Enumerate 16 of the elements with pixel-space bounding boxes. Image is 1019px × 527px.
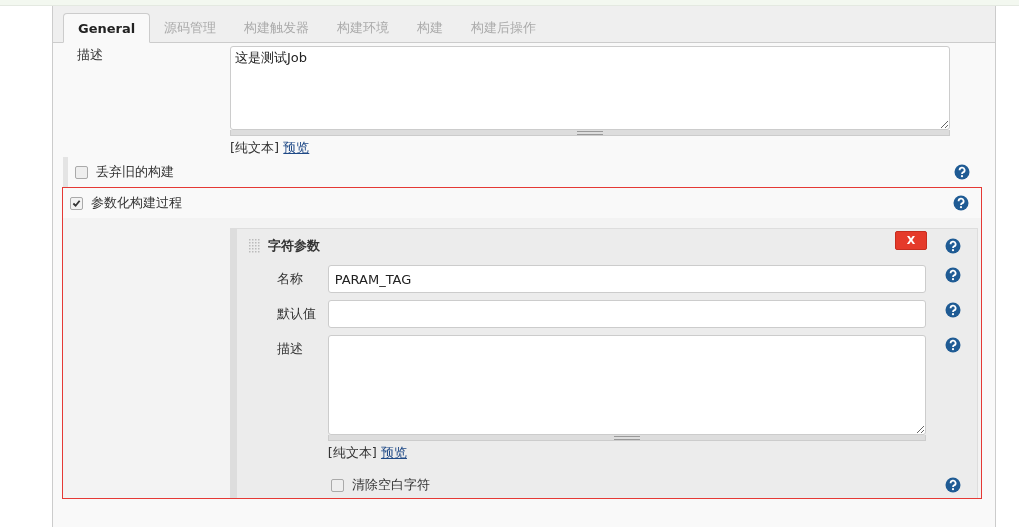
option-label: 丢弃旧的构建 — [96, 163, 174, 181]
format-label: [纯文本] — [327, 445, 377, 460]
field-label: 描述 — [276, 340, 304, 358]
preview-link[interactable]: 预览 — [283, 140, 310, 155]
field-label: 名称 — [276, 270, 304, 288]
field-label: 默认值 — [276, 305, 317, 323]
preview-link[interactable]: 预览 — [380, 445, 407, 460]
description-field[interactable]: 这是测试Job — [230, 46, 950, 130]
input-field[interactable]: PARAM_TAG — [327, 265, 926, 293]
tab[interactable]: General — [63, 13, 151, 43]
option-label: 清除空白字符 — [352, 476, 430, 494]
option-label: 参数化构建过程 — [91, 194, 182, 212]
field-label: 描述 — [76, 46, 104, 64]
delete-button[interactable]: X — [895, 230, 927, 250]
format-label: [纯文本] — [230, 140, 280, 155]
parameter-title: 字符参数 — [268, 237, 321, 255]
